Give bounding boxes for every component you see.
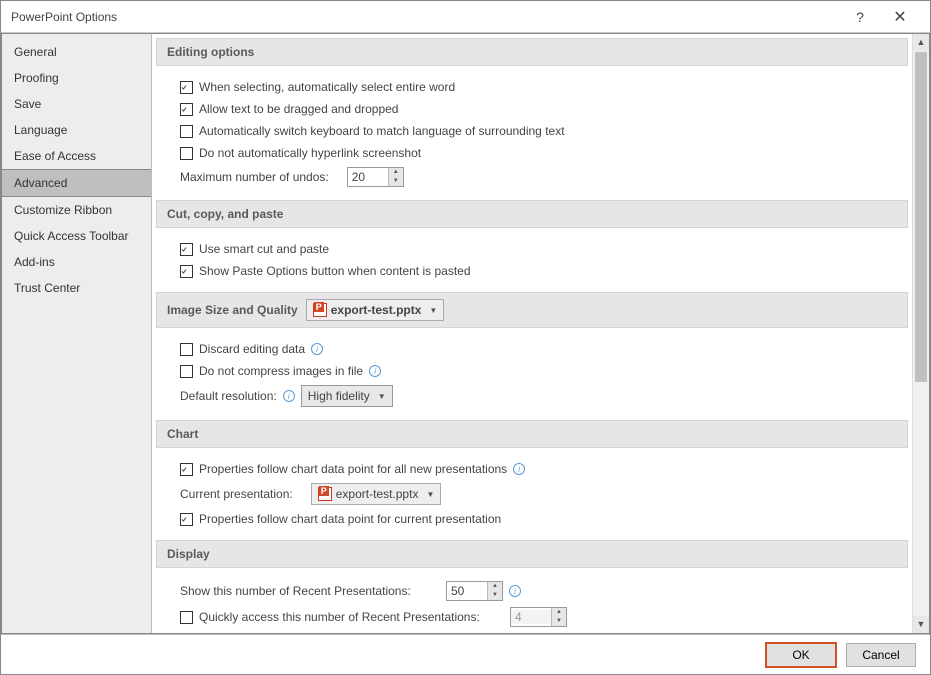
dialog-title: PowerPoint Options xyxy=(11,10,840,24)
label-no-hyperlink: Do not automatically hyperlink screensho… xyxy=(199,146,421,160)
checkbox-discard-editing[interactable] xyxy=(180,343,193,356)
sidebar-item-addins[interactable]: Add-ins xyxy=(2,249,151,275)
vertical-scrollbar[interactable]: ▲ ▼ xyxy=(912,34,929,633)
scroll-up-icon[interactable]: ▲ xyxy=(913,34,929,51)
checkbox-paste-options[interactable] xyxy=(180,265,193,278)
sidebar-item-save[interactable]: Save xyxy=(2,91,151,117)
sidebar-item-customize-ribbon[interactable]: Customize Ribbon xyxy=(2,197,151,223)
sidebar-item-ease-of-access[interactable]: Ease of Access xyxy=(2,143,151,169)
dropdown-default-resolution-text: High fidelity xyxy=(308,389,370,403)
label-paste-options: Show Paste Options button when content i… xyxy=(199,264,471,278)
dropdown-default-resolution[interactable]: High fidelity ▼ xyxy=(301,385,393,407)
checkbox-chart-current[interactable] xyxy=(180,513,193,526)
label-drag-drop: Allow text to be dragged and dropped xyxy=(199,102,398,116)
label-recent-presentations: Show this number of Recent Presentations… xyxy=(180,584,440,598)
checkbox-select-word[interactable] xyxy=(180,81,193,94)
info-icon[interactable] xyxy=(513,463,525,475)
sidebar: General Proofing Save Language Ease of A… xyxy=(2,34,152,633)
checkbox-smart-cut[interactable] xyxy=(180,243,193,256)
main-panel: Editing options When selecting, automati… xyxy=(152,34,929,633)
scroll-thumb[interactable] xyxy=(915,52,927,382)
section-header-image: Image Size and Quality export-test.pptx … xyxy=(156,292,908,328)
section-header-display: Display xyxy=(156,540,908,568)
section-header-image-text: Image Size and Quality xyxy=(167,303,298,317)
scroll-down-icon[interactable]: ▼ xyxy=(913,616,929,633)
scroll-content: Editing options When selecting, automati… xyxy=(152,34,912,633)
spinner-up-icon[interactable]: ▲ xyxy=(389,168,403,177)
checkbox-no-compress[interactable] xyxy=(180,365,193,378)
info-icon[interactable] xyxy=(283,390,295,402)
spinner-up-icon[interactable]: ▲ xyxy=(488,582,502,591)
sidebar-item-language[interactable]: Language xyxy=(2,117,151,143)
spinner-down-icon[interactable]: ▼ xyxy=(488,591,502,600)
help-icon[interactable]: ? xyxy=(840,9,880,25)
label-chart-current: Properties follow chart data point for c… xyxy=(199,512,501,526)
sidebar-item-general[interactable]: General xyxy=(2,39,151,65)
spinner-down-icon[interactable]: ▼ xyxy=(389,177,403,186)
dropdown-current-presentation[interactable]: export-test.pptx ▼ xyxy=(311,483,442,505)
checkbox-drag-drop[interactable] xyxy=(180,103,193,116)
label-auto-keyboard: Automatically switch keyboard to match l… xyxy=(199,124,565,138)
section-header-cutcopy: Cut, copy, and paste xyxy=(156,200,908,228)
input-quick-access xyxy=(511,610,551,624)
sidebar-item-advanced[interactable]: Advanced xyxy=(2,169,151,197)
checkbox-quick-access-recent[interactable] xyxy=(180,611,193,624)
input-max-undos[interactable] xyxy=(348,170,388,184)
powerpoint-file-icon xyxy=(318,487,332,501)
info-icon[interactable] xyxy=(509,585,521,597)
label-max-undos: Maximum number of undos: xyxy=(180,170,329,184)
label-default-resolution: Default resolution: xyxy=(180,389,277,403)
sidebar-item-proofing[interactable]: Proofing xyxy=(2,65,151,91)
chevron-down-icon: ▼ xyxy=(425,306,441,315)
powerpoint-file-icon xyxy=(313,303,327,317)
info-icon[interactable] xyxy=(369,365,381,377)
dialog-footer: OK Cancel xyxy=(1,634,930,674)
spinner-quick-access: ▲▼ xyxy=(510,607,567,627)
chevron-down-icon: ▼ xyxy=(422,490,438,499)
label-current-presentation: Current presentation: xyxy=(180,487,293,501)
label-chart-all-new: Properties follow chart data point for a… xyxy=(199,462,507,476)
dialog-body: General Proofing Save Language Ease of A… xyxy=(1,33,930,634)
dropdown-current-presentation-text: export-test.pptx xyxy=(336,487,419,501)
label-quick-access-recent: Quickly access this number of Recent Pre… xyxy=(199,610,504,624)
label-no-compress: Do not compress images in file xyxy=(199,364,363,378)
cancel-button[interactable]: Cancel xyxy=(846,643,916,667)
spinner-recent-presentations[interactable]: ▲▼ xyxy=(446,581,503,601)
spinner-up-icon: ▲ xyxy=(552,608,566,617)
checkbox-chart-all-new[interactable] xyxy=(180,463,193,476)
spinner-down-icon: ▼ xyxy=(552,617,566,626)
options-dialog: PowerPoint Options ? ✕ General Proofing … xyxy=(0,0,931,675)
section-header-editing: Editing options xyxy=(156,38,908,66)
sidebar-item-trust-center[interactable]: Trust Center xyxy=(2,275,151,301)
input-recent-presentations[interactable] xyxy=(447,584,487,598)
ok-button[interactable]: OK xyxy=(766,643,836,667)
chevron-down-icon: ▼ xyxy=(374,392,390,401)
dropdown-image-file-text: export-test.pptx xyxy=(331,303,422,317)
titlebar: PowerPoint Options ? ✕ xyxy=(1,1,930,33)
close-icon[interactable]: ✕ xyxy=(880,7,920,27)
dropdown-image-file[interactable]: export-test.pptx ▼ xyxy=(306,299,445,321)
label-smart-cut: Use smart cut and paste xyxy=(199,242,329,256)
section-header-chart: Chart xyxy=(156,420,908,448)
info-icon[interactable] xyxy=(311,343,323,355)
sidebar-item-quick-access[interactable]: Quick Access Toolbar xyxy=(2,223,151,249)
checkbox-no-hyperlink[interactable] xyxy=(180,147,193,160)
checkbox-auto-keyboard[interactable] xyxy=(180,125,193,138)
spinner-max-undos[interactable]: ▲▼ xyxy=(347,167,404,187)
label-select-word: When selecting, automatically select ent… xyxy=(199,80,455,94)
label-discard-editing: Discard editing data xyxy=(199,342,305,356)
